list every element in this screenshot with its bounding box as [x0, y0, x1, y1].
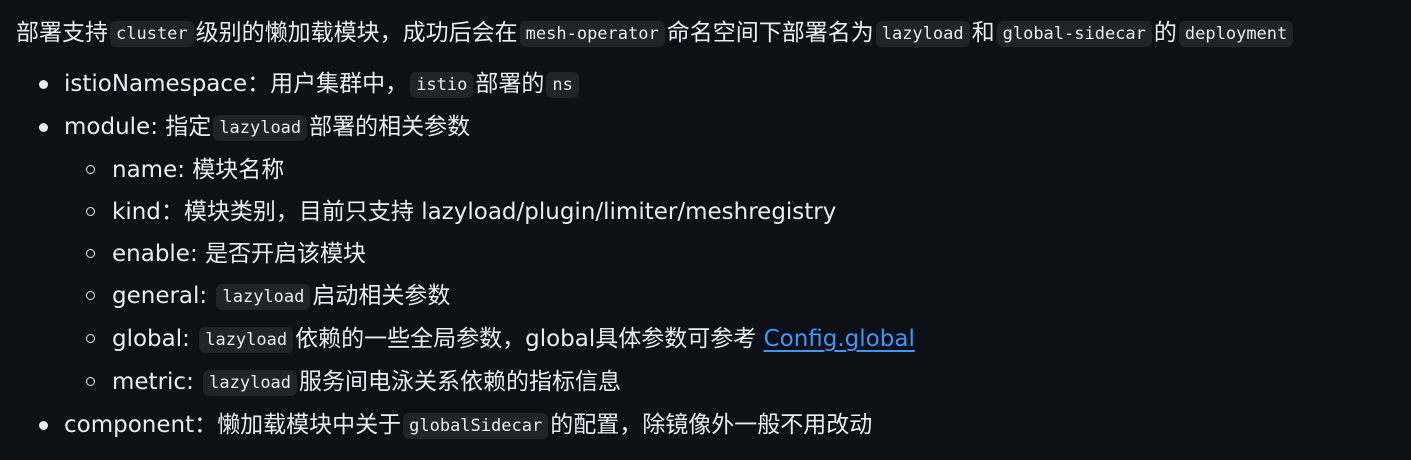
metric-text-1: metric: — [112, 369, 194, 395]
code-istio: istio — [410, 72, 474, 98]
list-item-istio-namespace: istioNamespace：用户集群中， istio 部署的 ns — [16, 63, 1411, 106]
code-global-sidecar: global-sidecar — [996, 21, 1152, 47]
code-deployment: deployment — [1178, 21, 1294, 47]
component-text-2: 的配置，除镜像外一般不用改动 — [550, 412, 873, 438]
intro-text-5: 的 — [1153, 20, 1177, 46]
code-lazyload: lazyload — [216, 284, 311, 310]
name-text: name: 模块名称 — [112, 157, 285, 183]
document: 部署支持 cluster 级别的懒加载模块，成功后会在 mesh-operator 命名… — [0, 0, 1411, 460]
module-text-2: 部署的相关参数 — [309, 114, 471, 140]
intro-paragraph: 部署支持 cluster 级别的懒加载模块，成功后会在 mesh-operator 命名… — [16, 12, 1411, 55]
code-cluster: cluster — [110, 21, 194, 47]
sub-item-kind: kind：模块类别，目前只支持 lazyload/plugin/limiter/… — [64, 191, 1411, 233]
sub-item-global: global: lazyload 依赖的一些全局参数，global具体参数可参考 … — [64, 318, 1411, 361]
intro-text-3: 命名空间下部署名为 — [666, 20, 874, 46]
module-sub-list: name: 模块名称 kind：模块类别，目前只支持 lazyload/plug… — [64, 149, 1411, 404]
code-lazyload: lazyload — [875, 21, 970, 47]
list-item-module: module: 指定 lazyload 部署的相关参数 name: 模块名称 kin… — [16, 106, 1411, 404]
component-text-1: component：懒加载模块中关于 — [64, 412, 402, 438]
istio-namespace-text-2: 部署的 — [475, 71, 545, 97]
intro-text-4: 和 — [971, 20, 995, 46]
kind-text: kind：模块类别，目前只支持 lazyload/plugin/limiter/… — [112, 199, 837, 225]
istio-namespace-text-1: istioNamespace：用户集群中， — [64, 71, 409, 97]
enable-text: enable: 是否开启该模块 — [112, 241, 367, 267]
global-text-1: global: — [112, 326, 190, 352]
code-mesh-operator: mesh-operator — [519, 21, 665, 47]
code-lazyload: lazyload — [213, 115, 308, 141]
code-lazyload: lazyload — [203, 370, 298, 396]
metric-text-2: 服务间电泳关系依赖的指标信息 — [299, 369, 622, 395]
sub-item-general: general: lazyload 启动相关参数 — [64, 275, 1411, 318]
intro-text-2: 级别的懒加载模块，成功后会在 — [195, 20, 518, 46]
code-ns: ns — [546, 72, 579, 98]
code-lazyload: lazyload — [199, 327, 294, 353]
global-text-2: 依赖的一些全局参数，global具体参数可参考 — [295, 326, 757, 352]
config-list: istioNamespace：用户集群中， istio 部署的 ns module: … — [16, 63, 1411, 447]
general-text-1: general: — [112, 283, 208, 309]
config-global-link[interactable]: Config.global — [764, 326, 915, 352]
intro-text-1: 部署支持 — [16, 20, 108, 46]
sub-item-metric: metric: lazyload 服务间电泳关系依赖的指标信息 — [64, 361, 1411, 404]
code-global-sidecar-camel: globalSidecar — [403, 413, 549, 439]
list-item-component: component：懒加载模块中关于 globalSidecar 的配置，除镜像外一… — [16, 404, 1411, 447]
module-text-1: module: 指定 — [64, 114, 212, 140]
sub-item-name: name: 模块名称 — [64, 149, 1411, 191]
general-text-2: 启动相关参数 — [312, 283, 451, 309]
sub-item-enable: enable: 是否开启该模块 — [64, 233, 1411, 275]
